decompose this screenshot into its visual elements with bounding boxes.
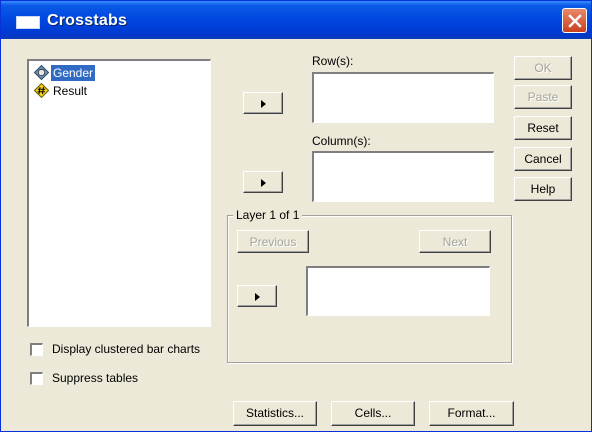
clustered-bar-checkbox[interactable] <box>30 343 43 356</box>
help-button[interactable]: Help <box>514 177 572 201</box>
cells-label: Cells... <box>354 406 392 420</box>
paste-label: Paste <box>527 90 559 104</box>
rows-label: Row(s): <box>312 54 354 68</box>
cells-button[interactable]: Cells... <box>331 401 415 426</box>
nominal-variable-icon <box>34 65 49 80</box>
suppress-tables-label[interactable]: Suppress tables <box>52 371 138 385</box>
ok-label: OK <box>534 61 552 75</box>
next-layer-button[interactable]: Next <box>419 230 491 253</box>
variable-label: Result <box>53 84 88 98</box>
close-icon <box>568 14 582 28</box>
previous-label: Previous <box>249 235 297 249</box>
right-arrow-icon <box>261 100 266 108</box>
crosstabs-dialog: Crosstabs Gender Result Row(s): Column(s… <box>0 0 592 432</box>
layer-label: Layer 1 of 1 <box>233 208 303 222</box>
move-to-columns-button[interactable] <box>243 171 283 193</box>
dialog-body: Gender Result Row(s): Column(s): Layer 1… <box>1 39 591 431</box>
format-label: Format... <box>447 406 496 420</box>
window-icon <box>16 16 40 29</box>
statistics-button[interactable]: Statistics... <box>233 401 317 426</box>
window-title: Crosstabs <box>47 12 128 29</box>
layer-list[interactable] <box>306 266 490 316</box>
next-label: Next <box>442 235 468 249</box>
columns-list[interactable] <box>312 151 494 202</box>
reset-label: Reset <box>527 121 559 135</box>
clustered-bar-label[interactable]: Display clustered bar charts <box>52 342 200 356</box>
scale-variable-icon <box>34 83 49 98</box>
statistics-label: Statistics... <box>245 406 304 420</box>
rows-list[interactable] <box>312 72 494 123</box>
variable-list[interactable]: Gender Result <box>27 59 211 327</box>
move-to-rows-button[interactable] <box>243 92 283 114</box>
ok-button[interactable]: OK <box>514 56 572 80</box>
cancel-button[interactable]: Cancel <box>514 147 572 171</box>
suppress-tables-checkbox[interactable] <box>30 372 43 385</box>
right-arrow-icon <box>255 293 260 301</box>
reset-button[interactable]: Reset <box>514 116 572 140</box>
variable-item-gender[interactable]: Gender <box>33 65 153 81</box>
right-arrow-icon <box>261 179 266 187</box>
columns-label: Column(s): <box>312 134 371 148</box>
variable-label: Gender <box>51 65 96 81</box>
close-button[interactable] <box>562 8 587 33</box>
help-label: Help <box>530 182 556 196</box>
previous-layer-button[interactable]: Previous <box>237 230 309 253</box>
move-to-layer-button[interactable] <box>237 285 277 307</box>
format-button[interactable]: Format... <box>429 401 514 426</box>
paste-button[interactable]: Paste <box>514 85 572 109</box>
cancel-label: Cancel <box>524 152 562 166</box>
variable-item-result[interactable]: Result <box>33 83 153 99</box>
title-bar[interactable]: Crosstabs <box>1 1 591 39</box>
